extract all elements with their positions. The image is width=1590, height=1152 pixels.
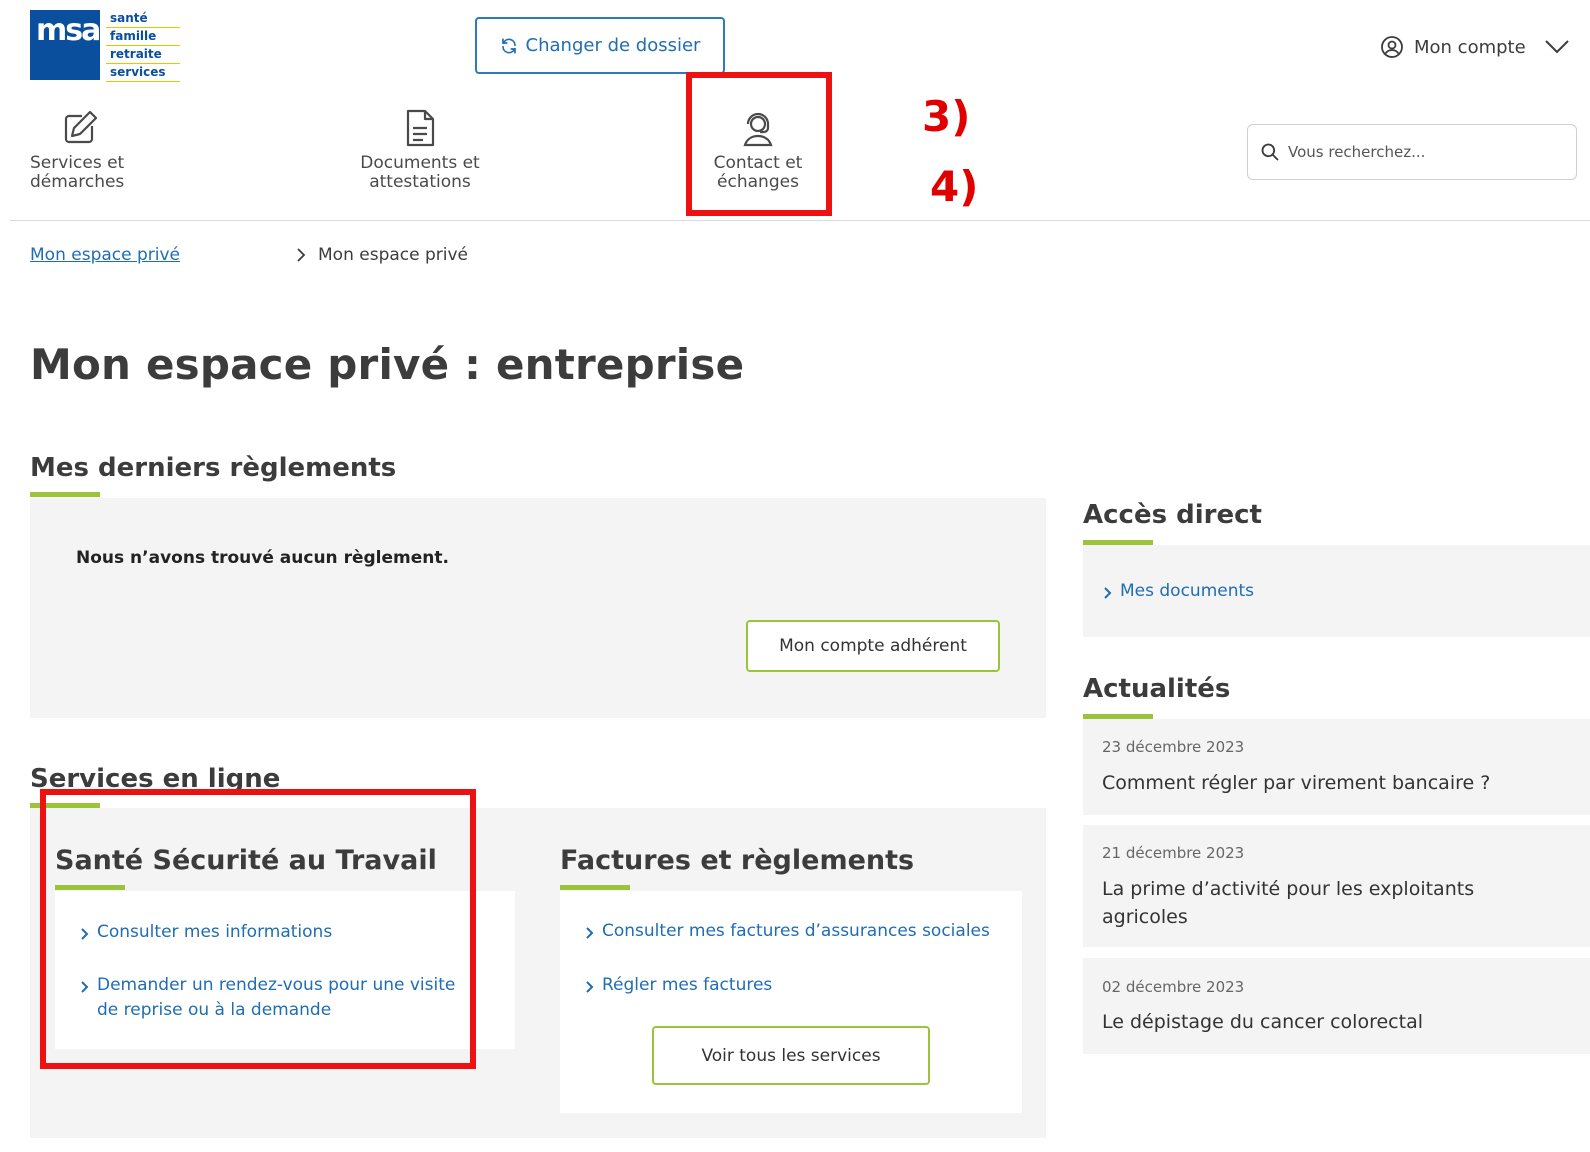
all-services-button[interactable]: Voir tous les services — [652, 1026, 930, 1085]
news-item[interactable] — [1083, 958, 1590, 1054]
news-title[interactable]: Le dépistage du cancer colorectal — [1102, 1008, 1572, 1036]
logo-word: services — [106, 64, 180, 82]
direct-access-link-label: Mes documents — [1120, 581, 1255, 601]
logo-word: santé — [106, 10, 180, 28]
chevron-right-icon — [1104, 587, 1112, 599]
refresh-icon — [501, 37, 516, 54]
user-circle-icon — [1381, 36, 1403, 58]
nav-divider — [10, 220, 1590, 221]
direct-access-heading: Accès direct — [1083, 500, 1262, 530]
document-icon — [406, 109, 435, 147]
invoices-link-pay[interactable]: Régler mes factures — [585, 973, 985, 998]
search-icon — [1261, 143, 1279, 161]
breadcrumb-current: Mon espace privé — [296, 245, 468, 265]
chevron-right-icon — [586, 927, 594, 939]
direct-access-link-documents[interactable]: Mes documents — [1103, 579, 1254, 604]
nav-services-label: Services et démarches — [30, 153, 125, 192]
annotation-box-contact — [686, 72, 832, 216]
breadcrumb-root-link[interactable]: Mon espace privé — [30, 245, 180, 265]
news-title[interactable]: La prime d’activité pour les exploitants… — [1102, 875, 1562, 931]
member-account-button[interactable]: Mon compte adhérent — [746, 620, 1000, 672]
heading-underline — [30, 492, 100, 497]
breadcrumb-current-label: Mon espace privé — [318, 245, 469, 265]
news-item[interactable] — [1083, 719, 1590, 815]
payments-panel — [30, 498, 1046, 718]
account-label: Mon compte — [1414, 36, 1526, 58]
msa-logo[interactable]: msa santé famille retraite services — [30, 10, 180, 82]
news-date: 02 décembre 2023 — [1102, 978, 1245, 996]
edit-icon — [64, 110, 98, 144]
page-title: Mon espace privé : entreprise — [30, 340, 745, 389]
chevron-down-icon — [1544, 40, 1569, 54]
invoices-link-label: Régler mes factures — [602, 975, 773, 995]
annotation-box-sst — [40, 789, 476, 1069]
nav-services[interactable]: Services et démarches — [30, 108, 150, 192]
annotation-step-4: 4) — [930, 162, 979, 211]
invoices-title: Factures et règlements — [560, 845, 915, 876]
invoices-link-label: Consulter mes factures d’assurances soci… — [602, 921, 990, 941]
change-folder-label: Changer de dossier — [525, 35, 701, 56]
logo-mark: msa — [36, 13, 101, 48]
logo-word: famille — [106, 28, 180, 46]
news-date: 23 décembre 2023 — [1102, 738, 1245, 756]
chevron-right-icon — [586, 981, 594, 993]
logo-word: retraite — [106, 46, 180, 64]
news-date: 21 décembre 2023 — [1102, 844, 1245, 862]
logo-words: santé famille retraite services — [106, 10, 180, 82]
account-menu[interactable]: Mon compte — [1380, 30, 1570, 64]
payments-empty-message: Nous n’avons trouvé aucun règlement. — [76, 548, 449, 568]
annotation-step-3: 3) — [922, 92, 971, 141]
heading-underline — [560, 885, 630, 890]
news-title[interactable]: Comment régler par virement bancaire ? — [1102, 769, 1572, 797]
nav-documents[interactable]: Documents et attestations — [340, 108, 500, 192]
news-heading: Actualités — [1083, 674, 1231, 704]
search-input[interactable] — [1288, 143, 1548, 161]
invoices-link-consult[interactable]: Consulter mes factures d’assurances soci… — [585, 919, 1005, 944]
payments-heading: Mes derniers règlements — [30, 453, 397, 483]
nav-documents-label: Documents et attestations — [360, 153, 480, 192]
search-box[interactable] — [1247, 124, 1577, 180]
logo-mark-box: msa — [30, 10, 101, 80]
change-folder-button[interactable]: Changer de dossier — [475, 17, 725, 74]
chevron-right-icon — [297, 248, 306, 262]
